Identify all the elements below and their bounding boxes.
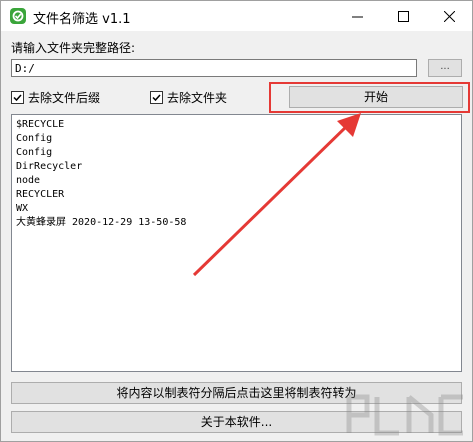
app-icon bbox=[9, 7, 27, 25]
output-line: node bbox=[16, 175, 41, 186]
output-line: Config bbox=[16, 147, 53, 158]
path-input[interactable] bbox=[11, 59, 417, 77]
minimize-icon bbox=[351, 16, 363, 17]
checkbox-box[interactable] bbox=[11, 91, 24, 104]
check-icon bbox=[152, 94, 161, 102]
output-line: RECYCLER bbox=[16, 189, 65, 200]
output-line: $RECYCLE bbox=[16, 119, 65, 130]
remove-extension-checkbox[interactable]: 去除文件后缀 bbox=[11, 89, 100, 106]
browse-button[interactable]: ... bbox=[428, 59, 462, 77]
output-textarea[interactable]: $RECYCLE Config Config DirRecycler node … bbox=[11, 114, 462, 372]
window-title: 文件名筛选 v1.1 bbox=[33, 12, 131, 27]
output-line: WX bbox=[16, 203, 29, 214]
maximize-icon bbox=[397, 10, 409, 22]
title-bar: 文件名筛选 v1.1 bbox=[1, 1, 472, 31]
output-line: Config bbox=[16, 133, 53, 144]
checkbox-box[interactable] bbox=[150, 91, 163, 104]
output-line: DirRecycler bbox=[16, 161, 83, 172]
close-button[interactable] bbox=[426, 1, 472, 31]
path-label: 请输入文件夹完整路径: bbox=[11, 41, 136, 55]
check-icon bbox=[13, 94, 22, 102]
output-line: 大黄蜂录屏 2020-12-29 13-50-58 bbox=[16, 217, 187, 228]
start-button[interactable]: 开始 bbox=[289, 86, 463, 108]
close-icon bbox=[443, 10, 455, 22]
maximize-button[interactable] bbox=[380, 1, 426, 31]
app-window: 文件名筛选 v1.1 请输入文件夹完整路径: ... 去除文件后缀 去除文件夹 … bbox=[0, 0, 473, 442]
remove-folders-label: 去除文件夹 bbox=[167, 91, 228, 105]
minimize-button[interactable] bbox=[334, 1, 380, 31]
watermark-logo bbox=[346, 394, 463, 436]
remove-extension-label: 去除文件后缀 bbox=[28, 91, 101, 105]
remove-folders-checkbox[interactable]: 去除文件夹 bbox=[150, 89, 227, 106]
